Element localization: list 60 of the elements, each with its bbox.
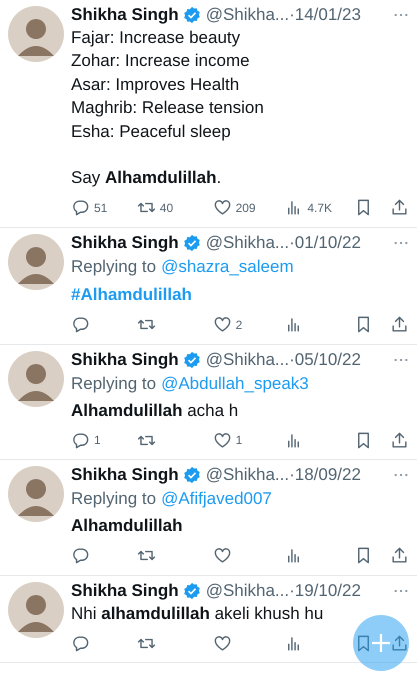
share-button[interactable] (390, 315, 410, 334)
like-button[interactable]: 1 (212, 430, 284, 450)
author-name[interactable]: Shikha Singh (71, 580, 179, 601)
heart-icon (212, 546, 232, 566)
speech-bubble-icon (71, 546, 90, 566)
heart-icon (212, 634, 232, 653)
tweet-date[interactable]: ·14/01/23 (289, 5, 361, 25)
user-handle[interactable]: @Shikha... (206, 232, 290, 253)
more-icon[interactable] (393, 473, 409, 478)
speech-bubble-icon (71, 634, 90, 653)
heart-icon (212, 430, 232, 450)
more-icon[interactable] (393, 240, 409, 245)
speech-bubble-icon (71, 198, 90, 218)
tweet-date[interactable]: ·18/09/22 (289, 465, 361, 486)
plus-icon (369, 631, 393, 655)
tweet-date[interactable]: ·19/10/22 (289, 580, 361, 601)
tweet-text: Alhamdulillah (71, 515, 184, 538)
more-icon[interactable] (393, 588, 409, 593)
replying-to-label: Replying to (71, 256, 156, 276)
more-icon[interactable] (393, 13, 409, 17)
reply-button[interactable]: 1 (71, 430, 137, 450)
share-icon (390, 315, 410, 334)
share-icon (390, 430, 410, 450)
author-name[interactable]: Shikha Singh (71, 5, 179, 25)
share-button[interactable] (390, 198, 410, 218)
speech-bubble-icon (71, 315, 90, 334)
share-button[interactable] (390, 430, 410, 450)
author-name[interactable]: Shikha Singh (71, 232, 179, 253)
user-handle[interactable]: @Shikha... (206, 5, 290, 25)
share-button[interactable] (390, 634, 410, 653)
avatar[interactable] (8, 466, 64, 522)
tweet-date[interactable]: ·01/10/22 (289, 232, 361, 253)
user-handle[interactable]: @Shikha... (206, 350, 290, 370)
user-handle[interactable]: @Shikha... (206, 465, 290, 486)
author-name[interactable]: Shikha Singh (71, 465, 179, 486)
heart-icon (212, 198, 232, 218)
views-button[interactable]: 4.7K (284, 198, 354, 218)
avatar[interactable] (8, 6, 64, 62)
speech-bubble-icon (71, 430, 90, 450)
more-icon[interactable] (393, 358, 409, 362)
share-button[interactable] (390, 546, 410, 566)
tweet-text: Nhi alhamdulillah akeli khush hu (71, 602, 324, 625)
share-icon (390, 198, 410, 218)
retweet-button[interactable]: 40 (136, 198, 213, 218)
share-icon (390, 634, 410, 653)
user-handle[interactable]: @Shikha... (206, 580, 290, 601)
avatar[interactable] (8, 350, 64, 407)
tweet-text: Alhamdulillah acha h (71, 400, 240, 422)
replying-to-label: Replying to (71, 489, 156, 508)
share-icon (390, 546, 410, 566)
reply-button[interactable]: 51 (71, 198, 137, 218)
tweet-text: Fajar: Increase beauty Zohar: Increase income Asar: Improves Health Maghrib: Release tension Esha: Peaceful sleep Say Alhamdulillah. (71, 27, 265, 190)
author-name[interactable]: Shikha Singh (71, 350, 179, 370)
heart-icon (212, 315, 232, 334)
like-button[interactable]: 209 (212, 198, 284, 218)
tweet-date[interactable]: ·05/10/22 (289, 350, 361, 370)
avatar[interactable] (8, 234, 64, 290)
replying-to-label: Replying to (71, 374, 156, 393)
avatar[interactable] (8, 582, 64, 638)
like-button[interactable]: 2 (212, 315, 284, 334)
